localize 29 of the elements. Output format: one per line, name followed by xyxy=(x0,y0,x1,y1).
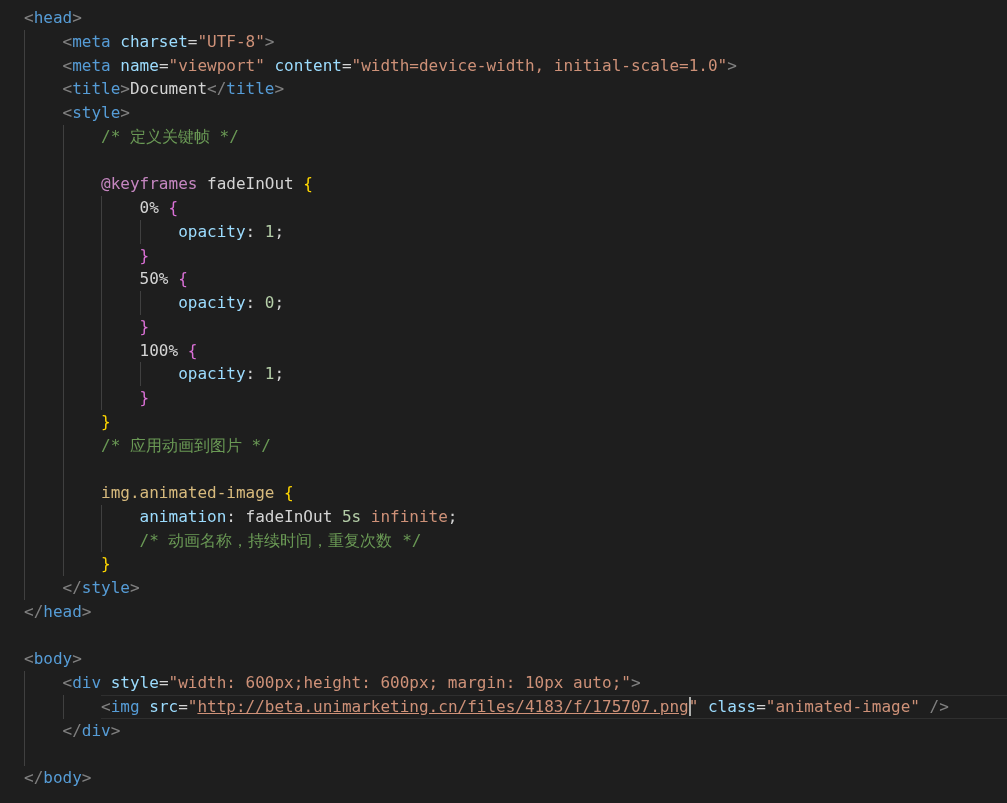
code-line: img.animated-image { xyxy=(101,483,294,502)
code-line: /* 动画名称，持续时间，重复次数 */ xyxy=(139,530,422,550)
code-line: } xyxy=(139,316,150,336)
code-line: <meta name="viewport" content="width=device-width, initial-scale=1.0"> xyxy=(62,55,737,75)
code-line: <meta charset="UTF-8"> xyxy=(62,31,275,51)
code-line: </div> xyxy=(62,720,121,740)
code-line: 0% { xyxy=(139,198,179,217)
code-line: opacity: 0; xyxy=(178,293,285,312)
code-line: </body> xyxy=(24,768,92,787)
code-line: } xyxy=(139,245,150,265)
code-line: <title>Document</title> xyxy=(62,79,285,99)
code-line: </style> xyxy=(62,578,140,597)
code-line: /* 定义关键帧 */ xyxy=(101,126,239,146)
code-line: 100% { xyxy=(139,340,198,360)
code-line: @keyframes fadeInOut { xyxy=(101,174,313,194)
code-line: </head> xyxy=(24,601,92,621)
code-line: <img src="http://beta.unimarketing.cn/files/4183/f/175707.png" class="animated-image" /> xyxy=(101,696,949,716)
code-line: <body> xyxy=(24,649,82,669)
code-line: 50% { xyxy=(139,269,188,289)
code-line: } xyxy=(101,554,111,574)
code-line: opacity: 1; xyxy=(178,221,285,241)
code-line: <style> xyxy=(62,103,130,122)
code-line: <head> xyxy=(24,8,82,27)
code-line: opacity: 1; xyxy=(178,364,285,384)
code-line: animation: fadeInOut 5s infinite; xyxy=(139,506,458,526)
code-line: <div style="width: 600px;height: 600px; margin: 10px auto;"> xyxy=(62,673,641,692)
code-line: } xyxy=(139,388,150,407)
code-line: } xyxy=(101,411,111,431)
code-line: /* 应用动画到图片 */ xyxy=(101,435,271,455)
